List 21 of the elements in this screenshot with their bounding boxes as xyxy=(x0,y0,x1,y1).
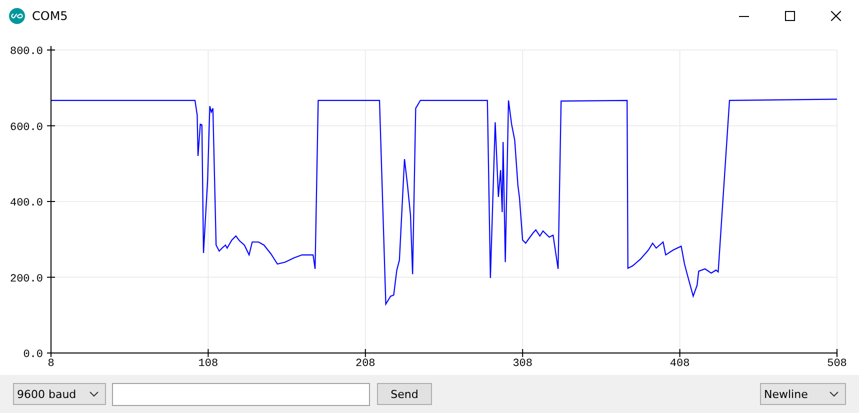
chevron-down-icon xyxy=(89,391,99,397)
send-button[interactable]: Send xyxy=(377,383,432,405)
x-tick-label: 308 xyxy=(512,358,532,370)
chevron-down-icon xyxy=(829,391,839,397)
x-tick-label: 8 xyxy=(48,358,54,370)
line-ending-dropdown[interactable]: Newline xyxy=(760,383,846,405)
x-tick-label: 508 xyxy=(827,358,847,370)
app-logo-icon xyxy=(9,8,25,24)
y-tick-label: 600.0 xyxy=(10,122,43,134)
message-input-field[interactable] xyxy=(112,382,370,406)
maximize-icon xyxy=(785,11,795,21)
x-tick-label: 408 xyxy=(670,358,690,370)
baud-rate-dropdown[interactable]: 9600 baud xyxy=(13,383,106,405)
close-icon xyxy=(831,11,841,21)
y-tick-label: 200.0 xyxy=(10,273,43,286)
x-tick-label: 108 xyxy=(198,358,218,370)
x-tick-label: 208 xyxy=(356,358,376,370)
y-tick-label: 800.0 xyxy=(10,46,43,58)
y-tick-label: 0.0 xyxy=(23,349,43,361)
y-tick-label: 400.0 xyxy=(10,198,43,210)
window-title: COM5 xyxy=(32,9,68,23)
